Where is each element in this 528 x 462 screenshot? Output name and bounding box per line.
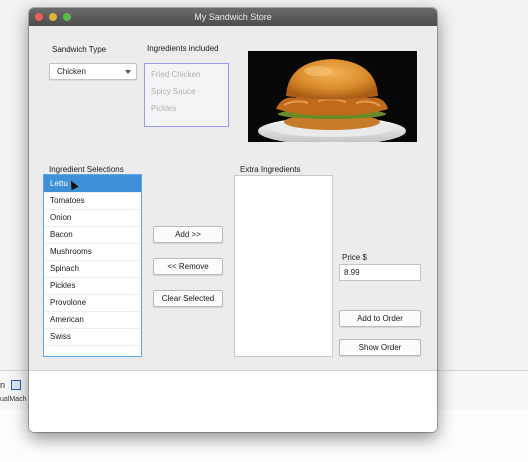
ingredients-included-list[interactable]: Fried Chicken Spicy Sauce Pickles [144, 63, 229, 127]
list-item-label: Bacon [50, 230, 73, 239]
price-label: Price $ [342, 253, 367, 262]
ingredient-selections-label: Ingredient Selections [49, 165, 124, 174]
list-item[interactable]: Onion [44, 209, 141, 227]
clear-selected-button[interactable]: Clear Selected [153, 290, 223, 307]
sandwich-type-value: Chicken [57, 67, 86, 76]
extra-ingredients-list[interactable] [234, 175, 333, 357]
window-title: My Sandwich Store [194, 12, 272, 22]
list-item-label: Lettu [50, 179, 68, 188]
background-ide-text: n [0, 380, 6, 390]
list-item[interactable]: Provolone [44, 294, 141, 312]
close-icon[interactable] [35, 13, 43, 21]
remove-button[interactable]: << Remove [153, 258, 223, 275]
chevron-down-icon [125, 70, 131, 74]
included-item: Spicy Sauce [151, 87, 196, 96]
list-item[interactable]: Pickles [44, 277, 141, 295]
sandwich-illustration [248, 51, 417, 142]
list-item[interactable]: Mushrooms [44, 243, 141, 261]
included-item: Fried Chicken [151, 70, 201, 79]
list-item-label: Provolone [50, 298, 87, 307]
extra-ingredients-label: Extra Ingredients [240, 165, 301, 174]
background-ide-path: ualMach [0, 396, 27, 403]
list-item-label: Spinach [50, 264, 79, 273]
price-field[interactable]: 8.99 [339, 264, 421, 281]
bottom-panel [29, 370, 437, 432]
included-item: Pickles [151, 104, 177, 113]
app-window: My Sandwich Store Sandwich Type Chicken … [29, 8, 437, 432]
ingredient-selections-list[interactable]: Lettu Tomatoes Onion Bacon Mushrooms Spi… [43, 174, 142, 357]
list-item[interactable]: Spinach [44, 260, 141, 278]
list-item-label: Tomatoes [50, 196, 85, 205]
list-item[interactable]: Bacon [44, 226, 141, 244]
console-icon [11, 380, 21, 390]
sandwich-type-select[interactable]: Chicken [49, 63, 137, 80]
add-button[interactable]: Add >> [153, 226, 223, 243]
minimize-icon[interactable] [49, 13, 57, 21]
list-item[interactable]: Lettu [44, 175, 141, 193]
list-item-label: Mushrooms [50, 247, 92, 256]
list-item-label: Swiss [50, 332, 71, 341]
maximize-icon[interactable] [63, 13, 71, 21]
chicken-sandwich-image [248, 51, 417, 142]
list-item-label: Onion [50, 213, 72, 222]
title-bar[interactable]: My Sandwich Store [29, 8, 437, 26]
list-item-label: Pickles [50, 281, 76, 290]
add-to-order-button[interactable]: Add to Order [339, 310, 421, 327]
price-value: 8.99 [344, 268, 360, 277]
list-item[interactable]: Swiss [44, 328, 141, 346]
list-item-label: American [50, 315, 84, 324]
ingredients-included-label: Ingredients included [147, 44, 219, 53]
list-item[interactable]: American [44, 311, 141, 329]
list-item[interactable]: Tomatoes [44, 192, 141, 210]
sandwich-type-label: Sandwich Type [52, 45, 107, 54]
show-order-button[interactable]: Show Order [339, 339, 421, 356]
